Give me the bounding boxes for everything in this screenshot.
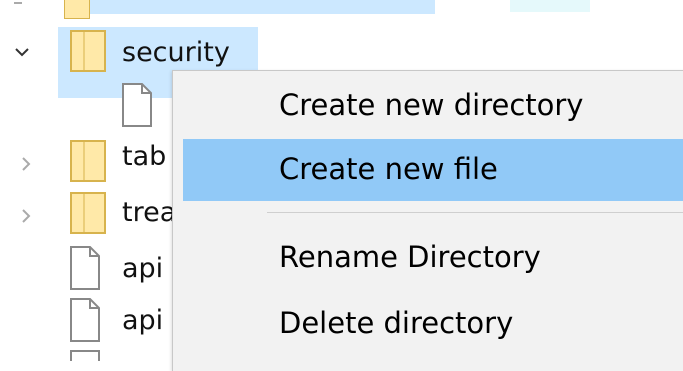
chevron-down-icon[interactable] xyxy=(14,44,30,60)
tree-item-label: trea xyxy=(122,197,177,228)
menu-item-create-new-file[interactable]: Create new file xyxy=(183,139,683,201)
file-icon xyxy=(70,298,100,342)
folder-icon xyxy=(64,0,90,19)
file-icon xyxy=(70,246,100,290)
previous-row-selection xyxy=(90,0,435,14)
tree-item-label: security xyxy=(122,37,230,68)
chevron-right-icon[interactable] xyxy=(18,208,34,224)
menu-item-rename-directory[interactable]: Rename Directory xyxy=(183,227,683,289)
tree-item-label: api xyxy=(122,305,164,336)
file-icon xyxy=(70,350,100,361)
menu-item-delete-directory[interactable]: Delete directory xyxy=(183,293,683,355)
file-icon xyxy=(122,83,152,127)
previous-row-highlight xyxy=(510,0,590,12)
tree-item-label: api xyxy=(122,253,164,284)
context-menu: Create new directory Create new file Ren… xyxy=(172,70,683,371)
chevron-right-icon[interactable] xyxy=(18,156,34,172)
tree-item-label: tab xyxy=(122,141,167,172)
folder-icon xyxy=(70,192,106,234)
menu-item-label: Delete directory xyxy=(279,306,514,340)
menu-item-label: Create new file xyxy=(279,152,498,186)
menu-item-label: Create new directory xyxy=(279,88,584,122)
chevron-down-icon[interactable] xyxy=(14,2,22,10)
menu-item-create-new-directory[interactable]: Create new directory xyxy=(183,75,683,137)
menu-separator xyxy=(267,212,683,213)
menu-item-label: Rename Directory xyxy=(279,240,541,274)
folder-icon xyxy=(70,30,106,72)
folder-icon xyxy=(70,140,106,182)
